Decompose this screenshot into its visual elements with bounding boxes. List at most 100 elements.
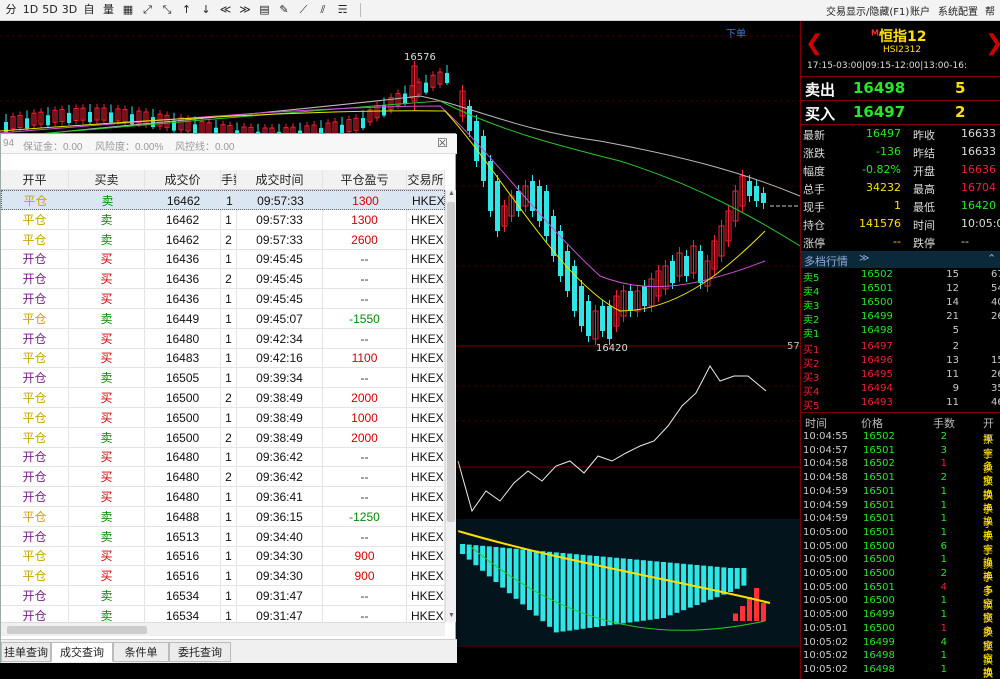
chevron-up-icon[interactable]: ⌃ [987,252,996,265]
auto-button[interactable]: 自 [80,2,98,18]
scroll-down-icon[interactable]: ▼ [447,612,456,622]
ask-level[interactable]: 卖5 16502 15 67 [801,269,1000,284]
col-header-qty[interactable]: 手数 [221,170,237,190]
bid-level[interactable]: 买3 16495 11 26 [801,369,1000,384]
table-row[interactable]: 平仓买 16516 1 09:34:30 900 HKEX [1,566,445,587]
table-row[interactable]: 平仓买 16500 2 09:38:49 2000 HKEX [1,388,445,408]
period-3d-button[interactable]: 3D [61,2,79,18]
expand-icon[interactable]: ⤢ [139,2,157,18]
up-arrow-icon[interactable]: ↑ [178,2,196,18]
tick-qty: 1 [940,554,947,566]
margin-text: 保证金：0.00 [23,142,83,153]
stat-value: -0.82% [862,163,901,176]
double-chevron-down-icon[interactable]: ≫ [859,253,869,264]
stat-label: 跌停 [913,237,935,250]
table-row[interactable]: 开仓卖 16534 1 09:31:47 -- HKEX [1,605,445,622]
table-row[interactable]: 平仓卖 16500 2 09:38:49 2000 HKEX [1,427,445,448]
table-row[interactable]: 开仓卖 16534 1 09:31:47 -- HKEX [1,586,445,606]
stat-value: -- [893,235,901,248]
period-1m-button[interactable]: 分 [2,2,20,18]
account-menu[interactable]: 账户 [910,3,930,18]
layout-icon[interactable]: ▦ [119,2,137,18]
cell-price: 16480 [145,447,221,468]
table-row[interactable]: 平仓卖 16462 2 09:57:33 2600 HKEX [1,229,445,250]
order-link[interactable]: 下单 [726,25,746,40]
scrollbar-thumb[interactable] [447,202,455,522]
depth-qty: 11 [946,369,959,380]
cell-side: 买 [69,388,145,408]
period-1d-button[interactable]: 1D [22,2,40,18]
table-row[interactable]: 平仓卖 16449 1 09:45:07 -1550 HKEX [1,308,445,329]
col-header-pnl[interactable]: 平仓盈亏 [323,170,407,190]
volume-button[interactable]: 量 [100,2,118,18]
buy-price[interactable]: 16497 [853,103,905,121]
table-row[interactable]: 平仓买 16483 1 09:42:16 1100 HKEX [1,348,445,369]
cell-qty: 1 [221,506,237,527]
settings-icon[interactable]: ☴ [334,2,352,18]
table-row[interactable]: 开仓买 16436 1 09:45:45 -- HKEX [1,289,445,309]
table-row[interactable]: 平仓卖 16488 1 09:36:15 -1250 HKEX [1,506,445,527]
line-icon[interactable]: ⟋ [295,2,313,18]
table-row[interactable]: 平仓买 16500 1 09:38:49 1000 HKEX [1,407,445,428]
tick-time: 10:04:58 [803,458,848,470]
table-row[interactable]: 开仓买 16480 2 09:36:42 -- HKEX [1,467,445,488]
table-row[interactable]: 平仓卖 16462 1 09:57:33 1300 HKEX [1,209,445,230]
bid-level[interactable]: 买1 16497 2 [801,341,1000,356]
bid-level[interactable]: 买2 16496 13 15 [801,355,1000,370]
depth-titlebar[interactable]: 多档行情 ≫ ⌃ [801,252,1000,268]
period-5d-button[interactable]: 5D [41,2,59,18]
cell-open-close: 开仓 [1,526,69,547]
tab-conditional-orders[interactable]: 条件单 [113,642,169,662]
table-row[interactable]: 平仓买 16516 1 09:34:30 900 HKEX [1,546,445,567]
scroll-up-icon[interactable]: ▲ [447,190,456,200]
col-header-exchange[interactable]: 交易所 [407,170,445,190]
col-header-price[interactable]: 成交价 [145,170,221,190]
system-config-menu[interactable]: 系统配置 [938,3,978,18]
cell-exchange: HKEX [407,605,445,622]
table-row[interactable]: 开仓买 16436 2 09:45:45 -- HKEX [1,269,445,290]
stat-value: 141576 [859,217,901,230]
ask-level[interactable]: 卖4 16501 12 54 [801,283,1000,298]
table-row[interactable]: 开仓卖 16505 1 09:39:34 -- HKEX [1,368,445,389]
vertical-scrollbar[interactable]: ▲ ▼ [445,190,456,622]
bid-level[interactable]: 买4 16494 9 35 [801,383,1000,398]
tab-pending-orders[interactable]: 挂单查询 [1,642,51,662]
horizontal-scrollbar[interactable] [1,622,445,636]
table-row[interactable]: 开仓卖 16513 1 09:34:40 -- HKEX [1,526,445,547]
close-icon[interactable]: ☒ [437,136,448,150]
parallel-icon[interactable]: ⫽ [314,2,332,18]
grid-icon[interactable]: ▤ [256,2,274,18]
shrink-icon[interactable]: ⤡ [158,2,176,18]
sell-price[interactable]: 16498 [853,79,905,97]
cell-exchange: HKEX [407,328,445,349]
ask-level[interactable]: 卖3 16500 14 40 [801,297,1000,312]
table-row[interactable]: 开仓买 16480 1 09:42:34 -- HKEX [1,328,445,349]
cell-pnl: -1550 [323,308,407,329]
down-arrow-icon[interactable]: ↓ [197,2,215,18]
cell-exchange: HKEX [407,269,445,290]
prev-contract-icon[interactable]: ❮ [805,33,823,55]
toggle-trade-panel-menu[interactable]: 交易显示/隐藏(F1) [826,3,909,18]
scroll-right-icon[interactable]: ≫ [236,2,254,18]
table-row[interactable]: 开仓买 16436 1 09:45:45 -- HKEX [1,249,445,270]
tab-order-query[interactable]: 委托查询 [169,642,231,662]
next-contract-icon[interactable]: ❯ [985,33,1000,55]
cell-exchange: HKEX [407,447,445,468]
ask-level[interactable]: 卖2 16499 21 26 [801,311,1000,326]
ask-level[interactable]: 卖1 16498 5 [801,325,1000,340]
hscroll-thumb[interactable] [7,626,147,634]
table-row[interactable]: 平仓卖 16462 1 09:57:33 1300 HKEX [1,190,445,211]
candle-body-down [403,93,407,104]
tab-trades[interactable]: 成交查询 [51,642,113,662]
col-header-time[interactable]: 成交时间 [237,170,323,190]
cell-price: 16534 [145,605,221,622]
table-row[interactable]: 开仓买 16480 1 09:36:42 -- HKEX [1,447,445,468]
col-header-side[interactable]: 买卖 [69,170,145,190]
pencil-icon[interactable]: ✎ [275,2,293,18]
col-header-open-close[interactable]: 开平 [1,170,69,190]
bid-level[interactable]: 买5 16493 11 46 [801,397,1000,412]
scroll-left-icon[interactable]: ≪ [217,2,235,18]
depth-price: 16500 [861,297,893,308]
cell-time: 09:36:42 [237,467,323,488]
table-row[interactable]: 开仓买 16480 1 09:36:41 -- HKEX [1,487,445,507]
